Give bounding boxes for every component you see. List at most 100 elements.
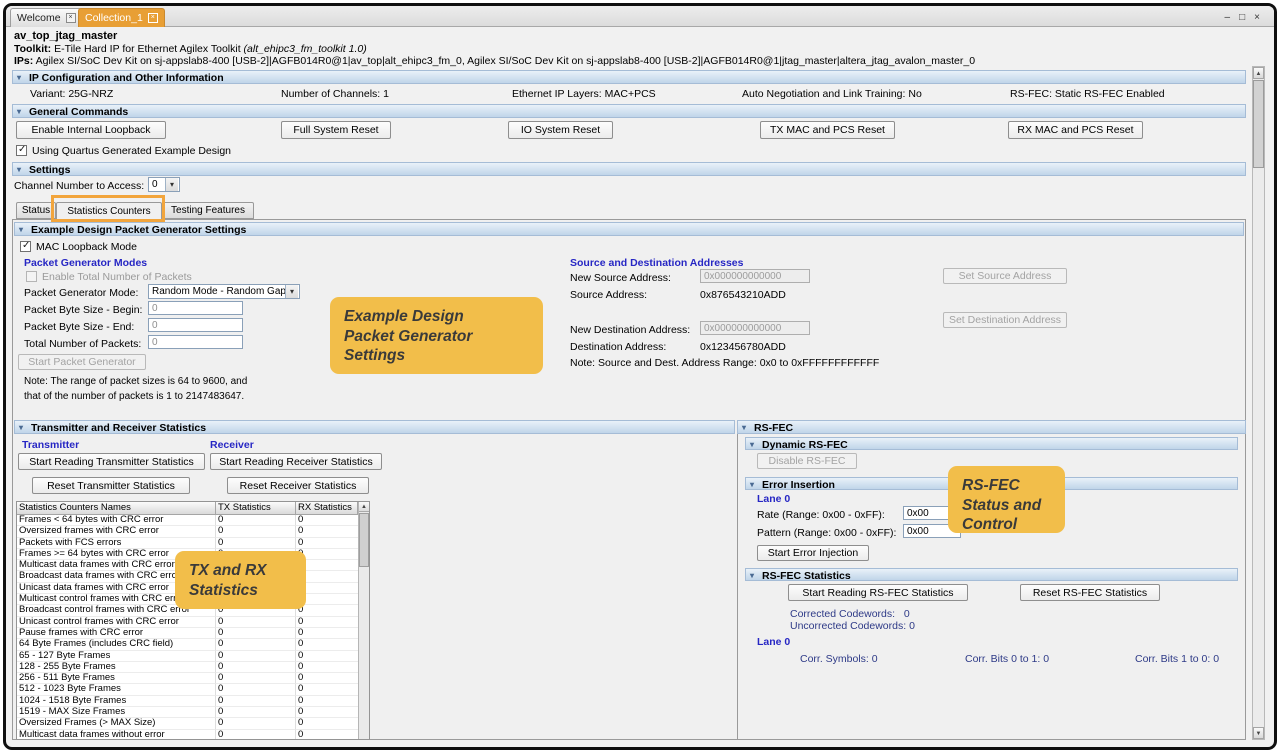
byte-size-begin-input[interactable]	[148, 301, 243, 315]
table-row: 1024 - 1518 Byte Frames 0 0	[17, 696, 358, 707]
packet-generator-mode-select[interactable]: Random Mode - Random Gap	[148, 284, 300, 299]
rx-mac-pcs-reset-button[interactable]: RX MAC and PCS Reset	[1008, 121, 1143, 139]
reset-tx-stats-button[interactable]: Reset Transmitter Statistics	[32, 477, 190, 494]
ip-field-rsfec: RS-FEC: Static RS-FEC Enabled	[1010, 88, 1165, 100]
start-packet-generator-button[interactable]: Start Packet Generator	[18, 354, 146, 370]
full-system-reset-button[interactable]: Full System Reset	[281, 121, 391, 139]
ip-field-layers: Ethernet IP Layers: MAC+PCS	[512, 88, 656, 100]
quartus-example-checkbox[interactable]	[16, 145, 27, 156]
tab-welcome[interactable]: Welcome ×	[10, 8, 83, 27]
packet-note-line2: that of the number of packets is 1 to 21…	[24, 391, 244, 402]
corr-bits-0-to-1: Corr. Bits 0 to 1: 0	[965, 653, 1049, 665]
byte-size-begin-label: Packet Byte Size - Begin:	[24, 304, 142, 316]
table-row: Frames < 64 bytes with CRC error 0 0	[17, 515, 358, 526]
section-tx-rx-statistics[interactable]: Transmitter and Receiver Statistics	[14, 420, 735, 434]
window-controls: – □ ×	[1225, 12, 1260, 23]
table-row: 64 Byte Frames (includes CRC field) 0 0	[17, 639, 358, 650]
close-icon[interactable]: ×	[1254, 12, 1260, 23]
table-row: 128 - 255 Byte Frames 0 0	[17, 662, 358, 673]
byte-size-end-label: Packet Byte Size - End:	[24, 321, 134, 333]
tab-testing-features[interactable]: Testing Features	[162, 202, 254, 219]
scroll-down-icon[interactable]: ▼	[1253, 727, 1264, 739]
page-title: av_top_jtag_master	[14, 30, 117, 42]
main-scrollbar[interactable]: ▲ ▼	[1252, 66, 1265, 740]
ips-value: Agilex SI/SoC Dev Kit on sj-appslab8-400…	[36, 55, 975, 67]
tab-close-icon[interactable]: ×	[66, 13, 76, 23]
reset-rx-stats-button[interactable]: Reset Receiver Statistics	[227, 477, 369, 494]
byte-size-end-input[interactable]	[148, 318, 243, 332]
enable-total-packets-checkbox[interactable]	[26, 271, 37, 282]
io-system-reset-button[interactable]: IO System Reset	[508, 121, 613, 139]
corr-symbols: Corr. Symbols: 0	[800, 653, 878, 665]
disable-rsfec-button[interactable]: Disable RS-FEC	[757, 453, 857, 469]
section-rsfec-statistics[interactable]: RS-FEC Statistics	[745, 568, 1238, 581]
corr-bits-1-to-0: Corr. Bits 1 to 0: 0	[1135, 653, 1219, 665]
annotation-tx-rx-statistics: TX and RX Statistics	[175, 551, 306, 609]
section-ip-configuration[interactable]: IP Configuration and Other Information	[12, 70, 1246, 84]
table-row: 1519 - MAX Size Frames 0 0	[17, 707, 358, 718]
ip-field-channels: Number of Channels: 1	[281, 88, 389, 100]
section-general-commands[interactable]: General Commands	[12, 104, 1246, 118]
statistics-table-header: Statistics Counters Names TX Statistics …	[17, 502, 358, 515]
column-header-rx[interactable]: RX Statistics	[296, 502, 358, 515]
main-scrollbar-thumb[interactable]	[1253, 80, 1264, 168]
section-rsfec[interactable]: RS-FEC	[737, 420, 1246, 434]
new-source-address-input[interactable]	[700, 269, 810, 283]
table-scrollbar-thumb[interactable]	[359, 513, 369, 567]
transmitter-title: Transmitter	[22, 439, 79, 451]
receiver-title: Receiver	[210, 439, 254, 451]
start-reading-rsfec-stats-button[interactable]: Start Reading RS-FEC Statistics	[788, 584, 968, 601]
reset-rsfec-stats-button[interactable]: Reset RS-FEC Statistics	[1020, 584, 1160, 601]
channel-number-select[interactable]: 0	[148, 177, 180, 192]
table-scrollbar[interactable]: ▲	[358, 502, 369, 739]
packet-generator-mode-label: Packet Generator Mode:	[24, 287, 138, 299]
start-reading-rx-stats-button[interactable]: Start Reading Receiver Statistics	[210, 453, 382, 470]
statistics-counters-highlight	[51, 195, 165, 222]
packet-generator-modes-title: Packet Generator Modes	[24, 257, 147, 269]
annotation-rsfec-status: RS-FEC Status and Control	[948, 466, 1065, 533]
source-address-value: 0x876543210ADD	[700, 289, 786, 301]
source-address-label: Source Address:	[570, 289, 647, 301]
start-reading-tx-stats-button[interactable]: Start Reading Transmitter Statistics	[18, 453, 205, 470]
packet-note-line1: Note: The range of packet sizes is 64 to…	[24, 376, 247, 387]
mac-loopback-checkbox[interactable]	[20, 241, 31, 252]
error-insertion-lane-label: Lane 0	[757, 493, 790, 505]
destination-address-value: 0x123456780ADD	[700, 341, 786, 353]
table-row: Oversized frames with CRC error 0 0	[17, 526, 358, 537]
table-row: 65 - 127 Byte Frames 0 0	[17, 651, 358, 662]
uncorrected-codewords: Uncorrected Codewords: 0	[790, 620, 915, 632]
tab-collection-1[interactable]: Collection_1 ×	[78, 8, 165, 27]
toolkit-label: Toolkit:	[14, 43, 51, 55]
restore-icon[interactable]: □	[1239, 12, 1245, 23]
new-destination-address-input[interactable]	[700, 321, 810, 335]
ip-field-autoneg: Auto Negotiation and Link Training: No	[742, 88, 922, 100]
scroll-up-icon[interactable]: ▲	[1253, 67, 1264, 79]
column-header-names[interactable]: Statistics Counters Names	[17, 502, 216, 515]
rate-label: Rate (Range: 0x00 - 0xFF):	[757, 509, 885, 521]
minimize-icon[interactable]: –	[1225, 12, 1231, 23]
total-packets-input[interactable]	[148, 335, 243, 349]
toolkit-version: (alt_ehipc3_fm_toolkit 1.0)	[244, 43, 367, 55]
set-destination-address-button[interactable]: Set Destination Address	[943, 312, 1067, 328]
pattern-label: Pattern (Range: 0x00 - 0xFF):	[757, 527, 896, 539]
tab-close-icon[interactable]: ×	[148, 13, 158, 23]
addresses-title: Source and Destination Addresses	[570, 257, 744, 269]
start-error-injection-button[interactable]: Start Error Injection	[757, 545, 869, 561]
enable-total-packets-label: Enable Total Number of Packets	[42, 271, 192, 283]
set-source-address-button[interactable]: Set Source Address	[943, 268, 1067, 284]
mac-loopback-label: MAC Loopback Mode	[36, 241, 137, 253]
tx-mac-pcs-reset-button[interactable]: TX MAC and PCS Reset	[760, 121, 895, 139]
table-row: Pause frames with CRC error 0 0	[17, 628, 358, 639]
table-row: Unicast control frames with CRC error 0 …	[17, 617, 358, 628]
tab-status[interactable]: Status	[16, 202, 56, 219]
scroll-up-icon[interactable]: ▲	[359, 502, 369, 512]
column-header-tx[interactable]: TX Statistics	[216, 502, 296, 515]
section-settings[interactable]: Settings	[12, 162, 1246, 176]
section-dynamic-rsfec[interactable]: Dynamic RS-FEC	[745, 437, 1238, 450]
tab-welcome-label: Welcome	[17, 12, 61, 24]
section-packet-generator[interactable]: Example Design Packet Generator Settings	[14, 222, 1244, 236]
toolkit-line: Toolkit: E-Tile Hard IP for Ethernet Agi…	[14, 43, 367, 55]
annotation-packet-generator: Example Design Packet Generator Settings	[330, 297, 543, 374]
document-tabbar: Welcome × Collection_1 × – □ ×	[6, 6, 1274, 27]
enable-internal-loopback-button[interactable]: Enable Internal Loopback	[16, 121, 166, 139]
